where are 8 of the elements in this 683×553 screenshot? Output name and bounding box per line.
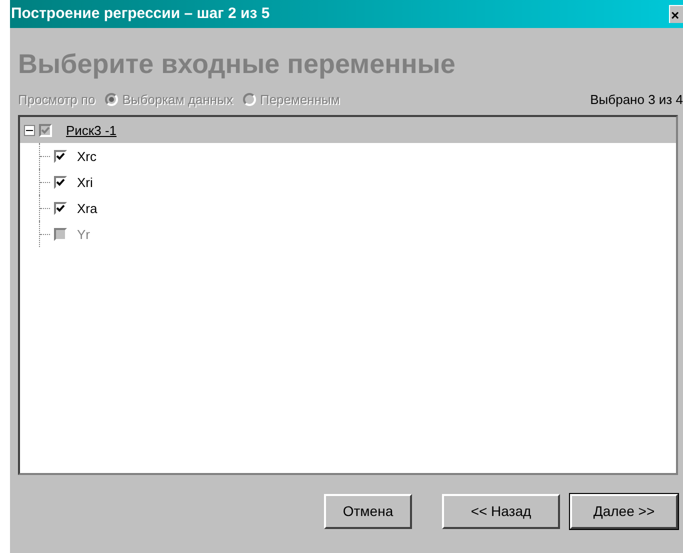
dialog-button[interactable]: << Назад: [442, 494, 560, 530]
selection-count: Выбрано 3 из 4: [590, 90, 683, 109]
heading: Выберите входные переменные: [18, 48, 456, 81]
close-button[interactable]: ×: [669, 5, 683, 23]
dialog-button[interactable]: Отмена: [324, 494, 412, 530]
window-title: Построение регрессии – шаг 2 из 5: [10, 4, 270, 24]
dialog-button[interactable]: Далее >>: [570, 494, 678, 530]
view-by-label: Просмотр по: [18, 90, 96, 109]
